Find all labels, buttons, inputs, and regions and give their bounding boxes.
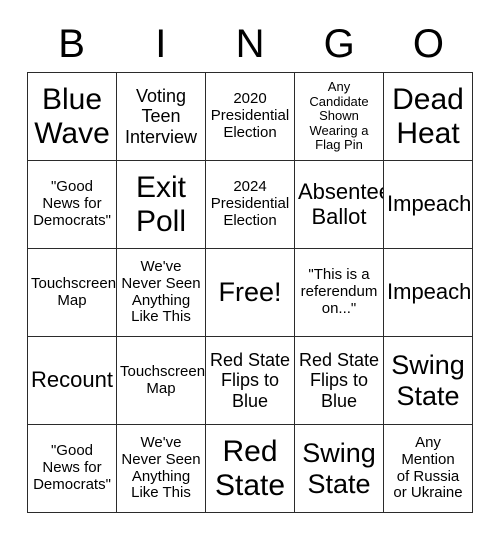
bingo-cell-text: Blue Wave <box>34 82 110 150</box>
bingo-cell-text: Any Candidate Shown Wearing a Flag Pin <box>309 79 369 153</box>
bingo-cell[interactable]: Impeach <box>384 161 473 249</box>
bingo-cell[interactable]: Exit Poll <box>117 161 206 249</box>
bingo-cell[interactable]: Impeach <box>384 249 473 337</box>
bingo-cell-text: Swing State <box>302 438 376 499</box>
bingo-cell[interactable]: Dead Heat <box>384 73 473 161</box>
bingo-cell-free[interactable]: Free! <box>206 249 295 337</box>
bingo-cell-text: Red State <box>214 434 286 502</box>
bingo-cell-text: Impeach <box>387 279 472 305</box>
bingo-cell[interactable]: Touchscreen Map <box>117 337 206 425</box>
header-letter-b: B <box>58 22 85 66</box>
bingo-cell[interactable]: Red State Flips to Blue <box>295 337 384 425</box>
bingo-cell-text: Absentee Ballot <box>298 178 384 229</box>
bingo-cell[interactable]: Recount <box>28 337 117 425</box>
bingo-cell-text: Swing State <box>391 350 465 411</box>
bingo-cell[interactable]: Any Candidate Shown Wearing a Flag Pin <box>295 73 384 161</box>
bingo-grid: Blue Wave Voting Teen Interview 2020 Pre… <box>27 72 473 513</box>
bingo-cell[interactable]: "Good News for Democrats" <box>28 425 117 513</box>
bingo-cell[interactable]: 2020 Presidential Election <box>206 73 295 161</box>
bingo-cell-text: Touchscreen Map <box>31 274 117 309</box>
header-letter-g: G <box>323 22 355 66</box>
bingo-cell-text: Touchscreen Map <box>120 362 206 397</box>
bingo-header: B I N G O <box>27 16 473 72</box>
header-letter-i: I <box>155 22 167 66</box>
bingo-cell[interactable]: We've Never Seen Anything Like This <box>117 425 206 513</box>
bingo-cell[interactable]: Swing State <box>384 337 473 425</box>
bingo-cell-text: Any Mention of Russia or Ukraine <box>393 433 463 502</box>
bingo-cell[interactable]: Red State Flips to Blue <box>206 337 295 425</box>
bingo-cell[interactable]: Absentee Ballot <box>295 161 384 249</box>
header-letter-o: O <box>412 22 444 66</box>
bingo-cell-text: Red State Flips to Blue <box>209 350 291 411</box>
bingo-cell-text: 2020 Presidential Election <box>210 90 290 141</box>
bingo-cell[interactable]: 2024 Presidential Election <box>206 161 295 249</box>
bingo-cell-text: Free! <box>218 277 282 308</box>
bingo-cell-text: "This is a referendum on..." <box>300 266 378 317</box>
bingo-cell-text: We've Never Seen Anything Like This <box>121 433 201 502</box>
bingo-cell-text: Impeach <box>387 191 472 217</box>
bingo-cell-text: Recount <box>31 367 113 393</box>
bingo-cell[interactable]: Blue Wave <box>28 73 117 161</box>
bingo-cell[interactable]: Swing State <box>295 425 384 513</box>
bingo-cell-text: 2024 Presidential Election <box>210 178 290 229</box>
bingo-cell-text: "Good News for Democrats" <box>33 178 111 229</box>
bingo-cell[interactable]: "Good News for Democrats" <box>28 161 117 249</box>
bingo-cell-text: "Good News for Democrats" <box>33 442 111 493</box>
bingo-cell-text: Voting Teen Interview <box>124 86 198 147</box>
bingo-cell[interactable]: Voting Teen Interview <box>117 73 206 161</box>
header-letter-n: N <box>235 22 265 66</box>
bingo-cell[interactable]: Touchscreen Map <box>28 249 117 337</box>
bingo-cell-text: Red State Flips to Blue <box>298 350 380 411</box>
bingo-card: B I N G O Blue Wave Voting Teen Intervie… <box>0 0 500 544</box>
bingo-cell[interactable]: We've Never Seen Anything Like This <box>117 249 206 337</box>
bingo-cell-text: We've Never Seen Anything Like This <box>121 257 201 326</box>
bingo-cell-text: Dead Heat <box>392 82 464 150</box>
bingo-cell[interactable]: "This is a referendum on..." <box>295 249 384 337</box>
bingo-cell[interactable]: Any Mention of Russia or Ukraine <box>384 425 473 513</box>
bingo-cell[interactable]: Red State <box>206 425 295 513</box>
bingo-cell-text: Exit Poll <box>135 170 187 238</box>
